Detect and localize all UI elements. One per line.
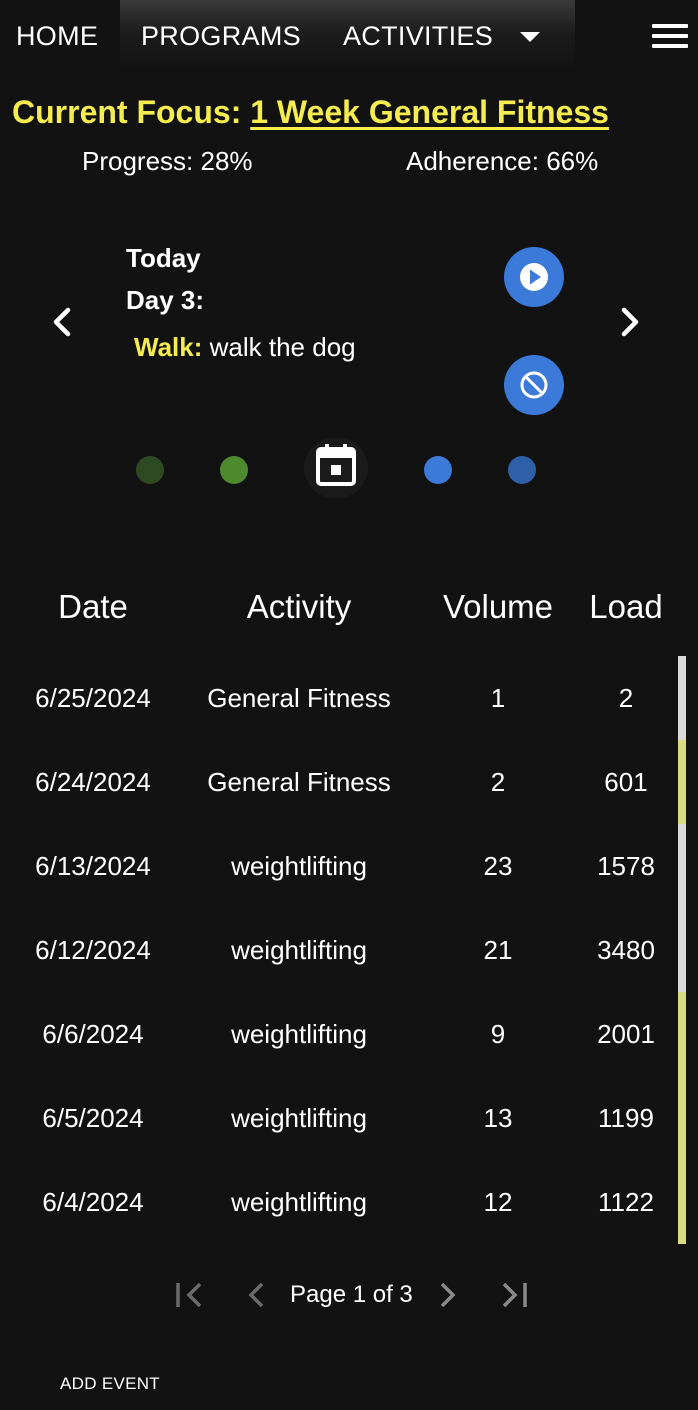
cell-date: 6/12/2024 [35,935,151,965]
cell-load: 601 [604,767,648,797]
table-row[interactable]: 6/25/2024 General Fitness 1 2 [0,656,698,740]
skip-icon [520,371,548,399]
day-dot-4[interactable] [424,456,452,484]
cell-load: 2 [618,683,634,713]
top-nav: HOME PROGRAMS ACTIVITIES [0,0,698,72]
row-status-bar [678,1160,686,1244]
first-page-icon[interactable] [172,1278,208,1312]
nav-programs[interactable]: PROGRAMS [141,21,301,52]
header-activity[interactable]: Activity [194,588,404,626]
current-program-link[interactable]: 1 Week General Fitness [250,94,609,130]
add-event-button[interactable]: ADD EVENT [60,1374,160,1394]
hamburger-menu-icon[interactable] [652,24,688,48]
cell-activity: weightlifting [231,1019,367,1049]
row-status-bar [678,908,686,992]
calendar-icon [316,444,356,486]
today-activity: Walk: walk the dog [134,326,364,368]
cell-date: 6/4/2024 [42,1187,144,1217]
cell-activity: General Fitness [207,767,391,797]
cell-volume: 1 [490,683,506,713]
chevron-right-icon[interactable] [612,302,648,342]
last-page-icon[interactable] [496,1278,532,1312]
cell-load: 2001 [597,1019,655,1049]
next-page-icon[interactable] [432,1278,462,1312]
day-label: Day 3: [126,285,205,315]
cell-load: 1122 [598,1187,654,1217]
history-table: 6/25/2024 General Fitness 1 2 6/24/2024 … [0,656,698,1244]
skip-activity-button[interactable] [504,355,564,415]
header-load[interactable]: Load [576,588,676,626]
day-dot-2[interactable] [220,456,248,484]
cell-date: 6/24/2024 [35,767,151,797]
cell-activity: weightlifting [231,935,367,965]
nav-home[interactable]: HOME [16,21,98,52]
cell-volume: 9 [490,1019,506,1049]
today-label: Today [126,243,201,273]
current-focus: Current Focus: 1 Week General Fitness [12,94,609,131]
cell-volume: 23 [483,851,513,881]
progress-stat: Progress: 28% [82,146,253,176]
cell-date: 6/6/2024 [42,1019,144,1049]
row-status-bar [678,824,686,908]
cell-date: 6/5/2024 [42,1103,144,1133]
chevron-down-icon[interactable] [520,32,540,42]
day-dot-1[interactable] [136,456,164,484]
table-row[interactable]: 6/4/2024 weightlifting 12 1122 [0,1160,698,1244]
header-volume[interactable]: Volume [434,588,562,626]
row-status-bar [678,656,686,740]
day-dot-5[interactable] [508,456,536,484]
cell-volume: 12 [483,1187,513,1217]
cell-activity: weightlifting [231,1187,367,1217]
row-status-bar [678,992,686,1076]
cell-date: 6/13/2024 [35,851,151,881]
current-focus-label: Current Focus: [12,94,242,130]
cell-load: 3480 [597,935,655,965]
cell-activity: weightlifting [231,1103,367,1133]
table-row[interactable]: 6/24/2024 General Fitness 2 601 [0,740,698,824]
cell-volume: 21 [483,935,513,965]
nav-activities[interactable]: ACTIVITIES [343,21,493,52]
page-indicator: Page 1 of 3 [290,1281,413,1308]
activity-type: Walk: [134,332,203,362]
activity-description: walk the dog [209,332,356,362]
cell-volume: 2 [490,767,506,797]
start-activity-button[interactable] [504,247,564,307]
play-icon [520,263,548,291]
cell-date: 6/25/2024 [35,683,151,713]
adherence-stat: Adherence: 66% [406,146,599,176]
prev-page-icon[interactable] [242,1278,272,1312]
table-row[interactable]: 6/5/2024 weightlifting 13 1199 [0,1076,698,1160]
row-status-bar [678,1076,686,1160]
cell-activity: General Fitness [207,683,391,713]
table-row[interactable]: 6/6/2024 weightlifting 9 2001 [0,992,698,1076]
cell-volume: 13 [483,1103,513,1133]
row-status-bar [678,740,686,824]
cell-load: 1578 [597,851,655,881]
cell-load: 1199 [598,1103,654,1133]
header-date[interactable]: Date [8,588,178,626]
table-row[interactable]: 6/13/2024 weightlifting 23 1578 [0,824,698,908]
table-row[interactable]: 6/12/2024 weightlifting 21 3480 [0,908,698,992]
chevron-left-icon[interactable] [44,302,80,342]
day-dot-today[interactable] [304,438,368,498]
cell-activity: weightlifting [231,851,367,881]
